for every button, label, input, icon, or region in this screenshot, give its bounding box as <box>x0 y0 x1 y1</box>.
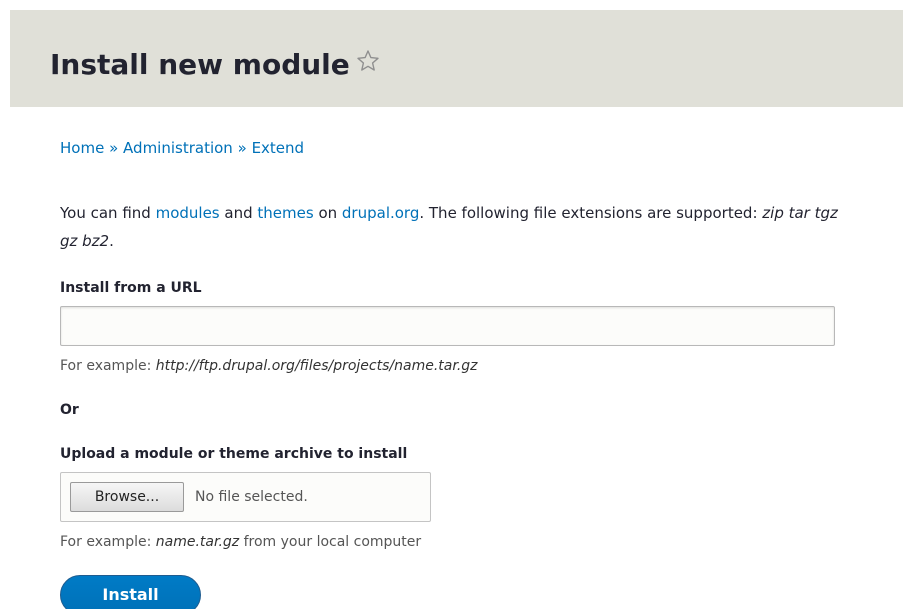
intro-text-segment: . The following file extensions are supp… <box>419 204 763 222</box>
page-title: Install new module <box>50 47 380 83</box>
breadcrumb: Home » Administration » Extend <box>60 138 304 158</box>
intro-text-segment: You can find <box>60 204 156 222</box>
modules-link[interactable]: modules <box>156 204 220 222</box>
breadcrumb-administration-link[interactable]: Administration <box>123 139 233 157</box>
intro-text-segment: on <box>313 204 342 222</box>
themes-link[interactable]: themes <box>257 204 313 222</box>
url-field-description: For example: http://ftp.drupal.org/files… <box>60 356 478 376</box>
page: Install new module Home » Administration… <box>0 0 903 609</box>
breadcrumb-extend-link[interactable]: Extend <box>252 139 305 157</box>
star-icon[interactable] <box>356 46 380 82</box>
breadcrumb-home-link[interactable]: Home <box>60 139 104 157</box>
breadcrumb-separator: » <box>237 139 247 157</box>
url-example: http://ftp.drupal.org/files/projects/nam… <box>155 358 478 374</box>
browse-button[interactable]: Browse... <box>70 482 184 512</box>
page-title-text: Install new module <box>50 48 350 81</box>
url-field-label: Install from a URL <box>60 280 202 296</box>
file-upload-widget[interactable]: Browse... No file selected. <box>60 472 431 522</box>
breadcrumb-separator: » <box>109 139 119 157</box>
intro-text-segment: and <box>219 204 258 222</box>
url-input[interactable] <box>60 306 835 346</box>
upload-field-label: Upload a module or theme archive to inst… <box>60 446 408 462</box>
upload-example: name.tar.gz <box>155 534 240 550</box>
description-suffix: from your local computer <box>239 534 422 550</box>
or-label: Or <box>60 402 79 418</box>
description-prefix: For example: <box>60 534 156 550</box>
upload-field-description: For example: name.tar.gz from your local… <box>60 532 421 552</box>
drupal-org-link[interactable]: drupal.org <box>342 204 419 222</box>
description-prefix: For example: <box>60 358 156 374</box>
install-button[interactable]: Install <box>60 575 201 609</box>
intro-text-segment: . <box>109 232 114 250</box>
file-status: No file selected. <box>195 489 308 505</box>
intro-text: You can find modules and themes on drupa… <box>60 199 860 255</box>
